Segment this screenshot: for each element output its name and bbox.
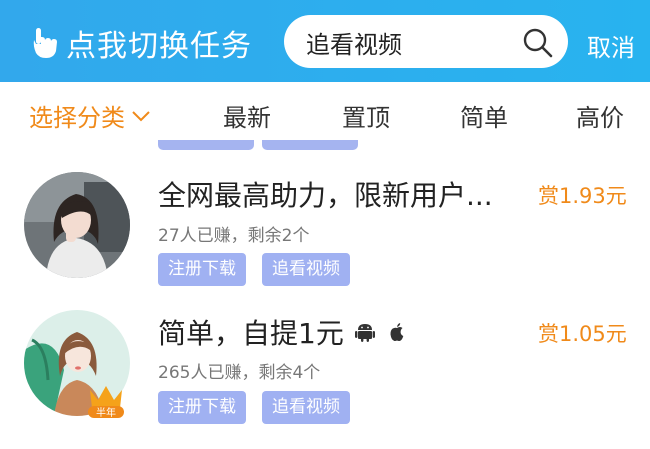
tab-high-price[interactable]: 高价 [576,98,624,133]
tab-category-label: 选择分类 [29,104,125,132]
tab-newest[interactable]: 最新 [223,98,271,133]
top-bar: 点我切换任务 取消 [0,0,650,82]
apple-icon [390,323,404,342]
task-reward: 赏1.05元 [538,322,627,346]
task-tag: 追看视频 [262,391,350,424]
task-title-text: 全网最高助力，限新用户... [158,179,493,212]
task-title-text: 简单，自提1元 [158,317,344,350]
task-reward: 赏1.93元 [538,184,627,208]
task-tag: 注册下载 [158,253,246,286]
tab-simple[interactable]: 简单 [460,98,508,133]
search-input[interactable] [304,15,528,70]
tab-pinned[interactable]: 置顶 [342,98,390,133]
crown-badge-label: 半年 [96,406,116,419]
task-meta: 27人已赚，剩余2个 [158,226,310,246]
task-tag: 注册下载 [158,391,246,424]
task-tag: 追看视频 [262,253,350,286]
filter-tabs: 选择分类 最新 置顶 简单 高价 [0,82,650,144]
chevron-down-icon [132,110,150,121]
search-icon[interactable] [522,27,554,59]
previous-item-tag [158,140,254,150]
search-box[interactable] [284,15,568,70]
crown-badge-icon: 半年 [88,386,124,419]
task-title[interactable]: 简单，自提1元 [158,312,408,352]
switch-task-label: 点我切换任务 [66,29,252,64]
pointing-hand-icon [33,28,57,58]
tab-category[interactable]: 选择分类 [29,98,151,133]
android-icon [354,324,375,342]
avatar [24,172,130,278]
previous-item-tag [262,140,358,150]
cancel-button[interactable]: 取消 [587,28,635,63]
task-title[interactable]: 全网最高助力，限新用户... [158,174,518,214]
switch-task-button[interactable]: 点我切换任务 [30,21,252,65]
task-meta: 265人已赚，剩余4个 [158,363,321,383]
